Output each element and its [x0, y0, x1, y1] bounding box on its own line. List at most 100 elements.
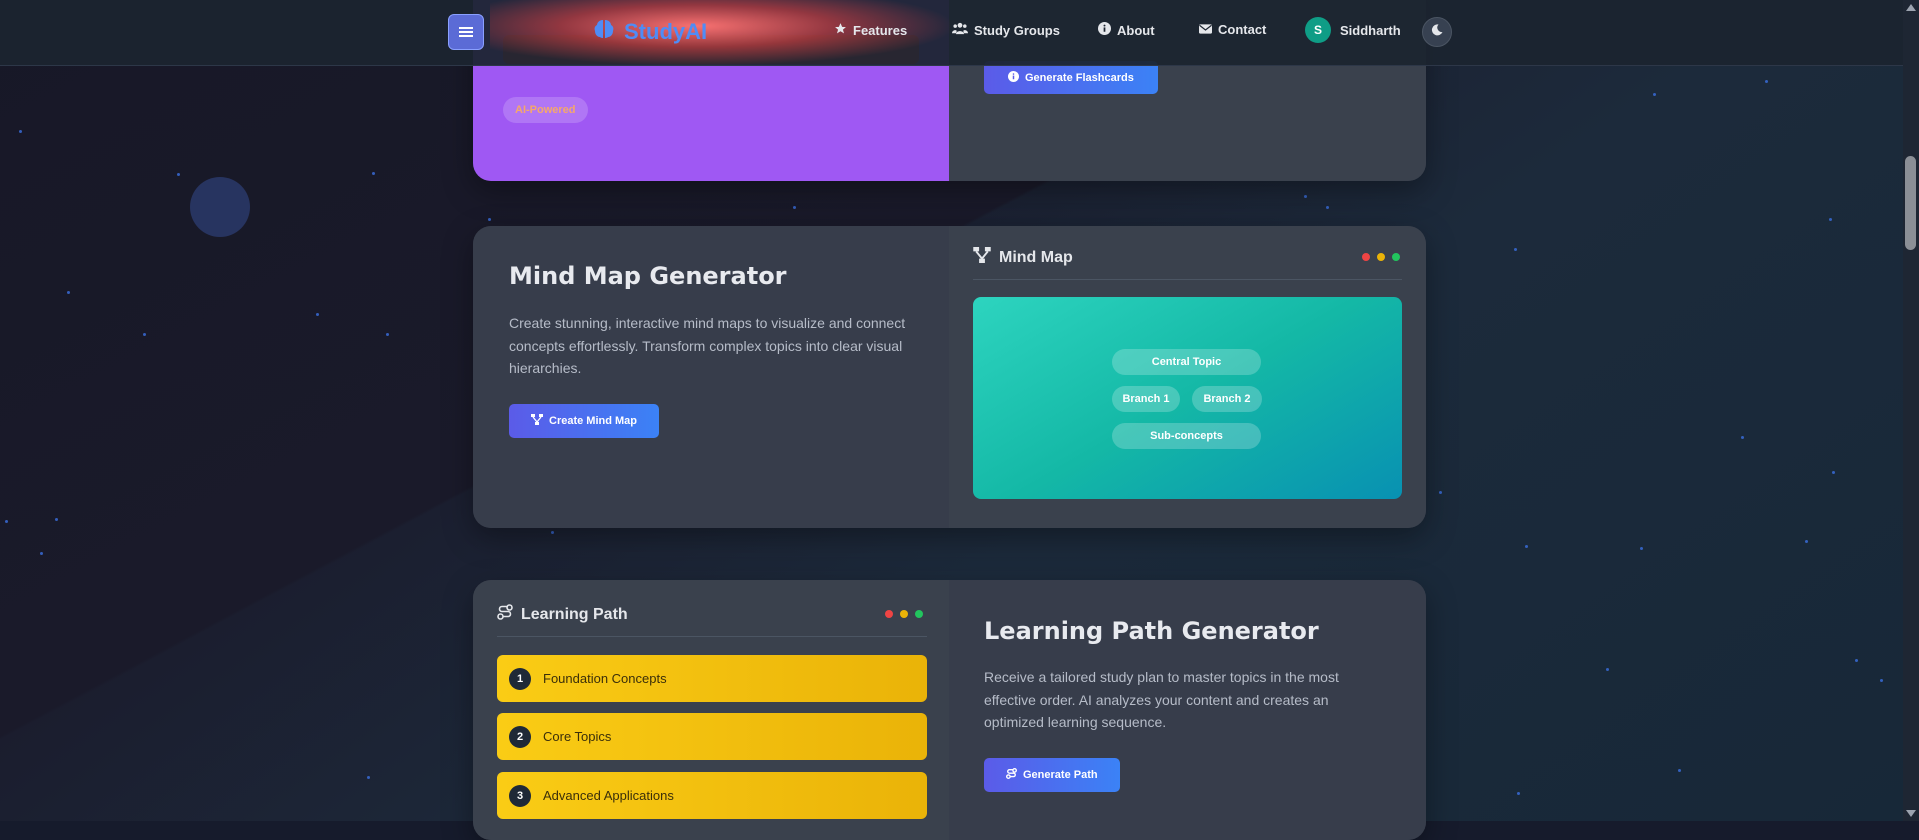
step-label: Foundation Concepts: [543, 671, 667, 686]
brand-name: StudyAI: [624, 18, 708, 44]
nav-link-contact[interactable]: Contact: [1199, 22, 1266, 37]
branch-2-node: Branch 2: [1192, 386, 1262, 412]
star: [1832, 471, 1835, 474]
window-dot-red: [885, 610, 893, 618]
sitemap-icon: [973, 247, 991, 268]
star: [67, 291, 70, 294]
star: [19, 130, 22, 133]
mind-map-panel-header: Mind Map: [973, 247, 1073, 268]
ai-powered-badge: AI-Powered: [503, 97, 588, 123]
star: [55, 518, 58, 521]
star: [1304, 195, 1307, 198]
nav-link-study-groups[interactable]: Study Groups: [952, 22, 1060, 38]
nav-link-label: Features: [853, 22, 908, 38]
window-dots: [885, 610, 923, 618]
nav-link-features[interactable]: Features: [834, 22, 907, 38]
nav-link-label: Contact: [1218, 22, 1267, 37]
generate-flashcards-label: Generate Flashcards: [1025, 71, 1134, 84]
window-dot-red: [1362, 253, 1370, 261]
learning-step: 3 Advanced Applications: [497, 772, 927, 819]
create-mind-map-button[interactable]: Create Mind Map: [509, 404, 660, 438]
mind-map-title: Mind Map Generator: [509, 262, 787, 290]
sub-concepts-node: Sub-concepts: [1112, 423, 1261, 449]
learning-path-panel-title: Learning Path: [521, 605, 628, 623]
star: [1326, 206, 1329, 209]
scroll-up-arrow[interactable]: [1906, 4, 1916, 11]
brand-logo[interactable]: StudyAI: [592, 17, 707, 46]
mind-map-feature-card: Mind Map Generator Create stunning, inte…: [473, 226, 1426, 528]
star: [1678, 769, 1681, 772]
learning-step: 2 Core Topics: [497, 713, 927, 760]
scroll-down-arrow[interactable]: [1906, 810, 1916, 817]
hamburger-menu-button[interactable]: [448, 14, 484, 50]
star: [5, 520, 8, 523]
avatar: S: [1305, 17, 1331, 43]
step-label: Advanced Applications: [543, 788, 674, 803]
moon-icon: [1431, 23, 1443, 41]
star: [1741, 436, 1744, 439]
star: [1514, 248, 1517, 251]
nav-link-label: Study Groups: [974, 22, 1060, 38]
star: [1805, 540, 1808, 543]
users-icon: [952, 22, 968, 38]
star: [177, 173, 180, 176]
star: [1765, 80, 1768, 83]
route-icon: [497, 604, 513, 625]
learning-path-preview-panel: Learning Path 1 Foundation Concepts 2 Co…: [473, 580, 949, 840]
window-dot-green: [1392, 253, 1400, 261]
mind-map-info-panel: Mind Map Generator Create stunning, inte…: [473, 226, 949, 528]
star: [1880, 679, 1883, 682]
vertical-scrollbar[interactable]: [1903, 0, 1919, 821]
star: [386, 333, 389, 336]
window-dot-green: [915, 610, 923, 618]
envelope-icon: [1199, 22, 1212, 37]
star: [1525, 545, 1528, 548]
learning-path-feature-card: Learning Path 1 Foundation Concepts 2 Co…: [473, 580, 1426, 840]
star: [143, 333, 146, 336]
star: [1606, 668, 1609, 671]
window-dot-yellow: [1377, 253, 1385, 261]
step-label: Core Topics: [543, 729, 612, 744]
moon-decoration: [190, 177, 250, 237]
star: [1517, 792, 1520, 795]
star-icon: [834, 22, 847, 38]
star: [1640, 547, 1643, 550]
star: [372, 172, 375, 175]
mind-map-panel-title: Mind Map: [999, 248, 1073, 266]
star: [40, 552, 43, 555]
star: [1653, 93, 1656, 96]
star: [488, 218, 491, 221]
window-dots: [1362, 253, 1400, 261]
user-name: Siddharth: [1340, 22, 1401, 38]
window-dot-yellow: [900, 610, 908, 618]
star: [367, 776, 370, 779]
learning-path-description: Receive a tailored study plan to master …: [984, 669, 1339, 730]
mind-map-description: Create stunning, interactive mind maps t…: [509, 315, 906, 376]
star: [316, 313, 319, 316]
route-icon: [1006, 768, 1017, 782]
theme-toggle-button[interactable]: [1422, 17, 1452, 47]
create-mind-map-label: Create Mind Map: [549, 415, 638, 427]
step-number: 3: [509, 784, 531, 807]
generate-path-button[interactable]: Generate Path: [984, 758, 1120, 792]
learning-path-panel-header: Learning Path: [497, 604, 628, 625]
panel-divider: [973, 279, 1402, 280]
branch-1-node: Branch 1: [1112, 386, 1180, 412]
mind-map-preview-panel: Mind Map Central Topic Branch 1 Branch 2…: [949, 226, 1426, 528]
learning-step: 1 Foundation Concepts: [497, 655, 927, 702]
panel-divider: [497, 636, 927, 637]
user-profile[interactable]: S Siddharth: [1305, 17, 1401, 43]
step-number: 2: [509, 725, 531, 748]
generate-path-label: Generate Path: [1023, 769, 1098, 781]
star: [1829, 218, 1832, 221]
learning-path-title: Learning Path Generator: [984, 617, 1319, 645]
nav-link-label: About: [1117, 22, 1155, 38]
sitemap-icon: [531, 414, 543, 428]
info-icon: [1098, 22, 1111, 38]
nav-link-about[interactable]: About: [1098, 22, 1155, 38]
scrollbar-thumb[interactable]: [1905, 156, 1916, 250]
central-topic-node: Central Topic: [1112, 349, 1261, 375]
top-navbar: StudyAI Features Study Groups About Cont…: [0, 0, 1903, 66]
hamburger-icon: [459, 25, 473, 39]
learning-path-info-panel: Learning Path Generator Receive a tailor…: [949, 580, 1426, 840]
